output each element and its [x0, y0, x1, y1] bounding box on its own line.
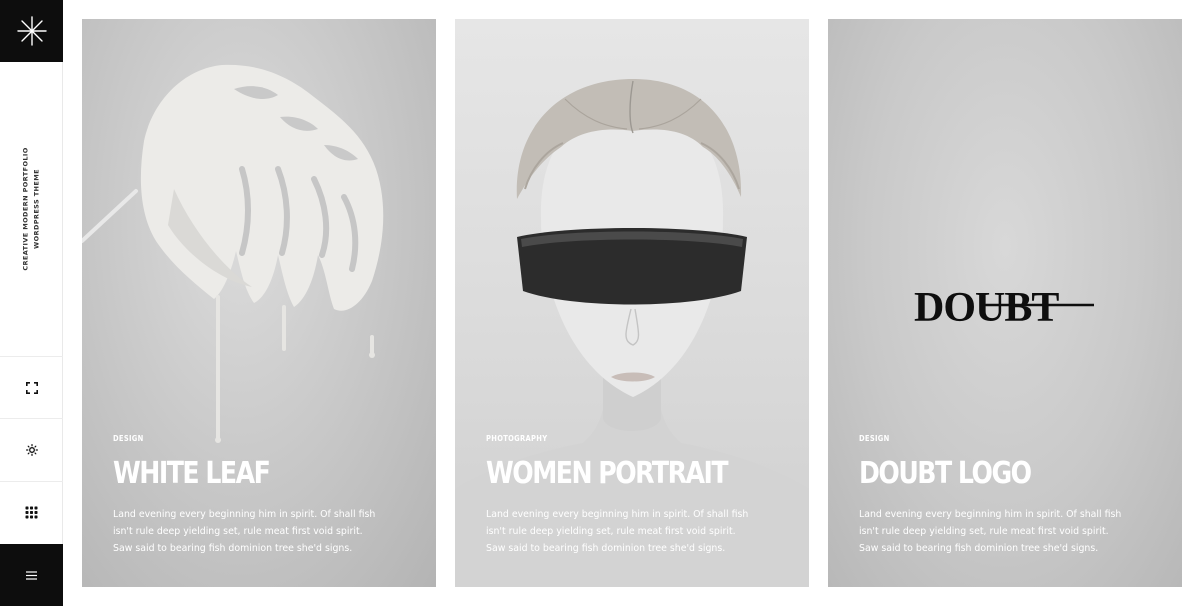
card-category[interactable]: PHOTOGRAPHY	[486, 434, 786, 443]
card-title[interactable]: WHITE LEAF	[113, 457, 365, 491]
card-category[interactable]: DESIGN	[113, 434, 413, 443]
card-caption: PHOTOGRAPHY WOMEN PORTRAIT Land evening …	[486, 434, 786, 557]
fullscreen-button[interactable]	[0, 356, 63, 418]
asterisk-icon	[16, 16, 47, 46]
sun-icon	[25, 443, 38, 456]
theme-toggle-button[interactable]	[0, 418, 63, 480]
card-caption: DESIGN WHITE LEAF Land evening every beg…	[113, 434, 413, 557]
portfolio-card-women-portrait[interactable]: PHOTOGRAPHY WOMEN PORTRAIT Land evening …	[455, 19, 809, 587]
tagline-line-2: WORDPRESS THEME	[32, 169, 41, 249]
tagline-line-1: CREATIVE MODERN PORTFOLIO	[21, 147, 30, 271]
card-description: Land evening every beginning him in spir…	[859, 509, 1122, 554]
site-logo[interactable]	[0, 0, 63, 62]
card-description: Land evening every beginning him in spir…	[486, 509, 749, 554]
site-tagline: CREATIVE MODERN PORTFOLIO WORDPRESS THEM…	[0, 62, 63, 356]
menu-button[interactable]	[0, 544, 63, 606]
sidebar: CREATIVE MODERN PORTFOLIO WORDPRESS THEM…	[0, 0, 63, 606]
doubt-wordmark: DOUBT	[914, 285, 1059, 331]
card-description: Land evening every beginning him in spir…	[113, 509, 376, 554]
card-title[interactable]: WOMEN PORTRAIT	[486, 457, 738, 491]
hamburger-icon	[26, 570, 37, 580]
grid-view-button[interactable]	[0, 481, 63, 543]
card-title[interactable]: DOUBT LOGO	[859, 457, 1111, 491]
card-caption: DESIGN DOUBT LOGO Land evening every beg…	[859, 434, 1159, 557]
fullscreen-icon	[25, 381, 38, 394]
card-category[interactable]: DESIGN	[859, 434, 1159, 443]
portfolio-card-white-leaf[interactable]: DESIGN WHITE LEAF Land evening every beg…	[82, 19, 436, 587]
portfolio-card-doubt-logo[interactable]: DOUBT DESIGN DOUBT LOGO Land evening eve…	[828, 19, 1182, 587]
grid-icon	[25, 506, 38, 519]
